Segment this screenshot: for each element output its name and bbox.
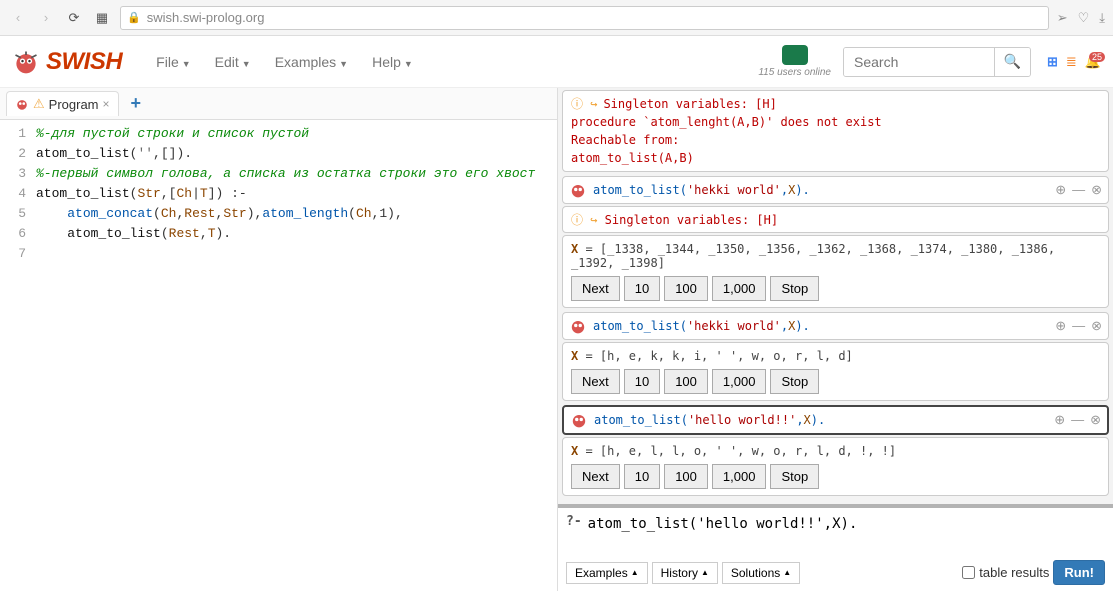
code-line: 5 atom_concat(Ch,Rest,Str),atom_length(C… bbox=[0, 204, 557, 224]
solutions-button[interactable]: Solutions▲ bbox=[722, 562, 800, 584]
brand-text: SWISH bbox=[46, 48, 122, 76]
menu-help[interactable]: Help▼ bbox=[362, 48, 423, 76]
code-line: 3%-первый символ голова, а списка из ост… bbox=[0, 164, 557, 184]
query-row[interactable]: atom_to_list('hello world!!',X).⊕—⊗ bbox=[562, 405, 1109, 435]
search-button[interactable]: 🔍 bbox=[994, 48, 1030, 76]
add-tab-button[interactable]: + bbox=[125, 93, 148, 114]
owl-icon bbox=[569, 181, 587, 199]
owl-icon bbox=[570, 411, 588, 429]
code-line: 6 atom_to_list(Rest,T). bbox=[0, 224, 557, 244]
code-editor[interactable]: 1%-для пустой строки и список пустой2ato… bbox=[0, 120, 557, 591]
menu-edit[interactable]: Edit▼ bbox=[205, 48, 261, 76]
n10-button[interactable]: 10 bbox=[624, 369, 660, 394]
n1000-button[interactable]: 1,000 bbox=[712, 369, 767, 394]
query-input-area: ?- Examples▲ History▲ Solutions▲ table r… bbox=[558, 504, 1113, 591]
forward-icon[interactable]: › bbox=[36, 8, 56, 28]
apps-icon[interactable]: ▦ bbox=[92, 8, 112, 28]
code-line: 4atom_to_list(Str,[Ch|T]) :- bbox=[0, 184, 557, 204]
stackoverflow-icon[interactable]: ≣ bbox=[1066, 54, 1077, 70]
code-line: 7 bbox=[0, 244, 557, 264]
next-button[interactable]: Next bbox=[571, 276, 620, 301]
table-results-checkbox[interactable]: table results bbox=[962, 565, 1049, 580]
browser-address-bar: ‹ › ⟳ ▦ 🔒 swish.swi-prolog.org ➢ ♡ ⤓ bbox=[0, 0, 1113, 36]
close-icon[interactable]: ⊗ bbox=[1090, 412, 1101, 428]
download-icon[interactable]: ⤓ bbox=[1099, 10, 1105, 26]
google-icon[interactable]: ⊞ bbox=[1047, 54, 1058, 70]
query-prompt: ?- bbox=[566, 514, 588, 529]
minimize-icon[interactable]: — bbox=[1072, 318, 1085, 334]
url-bar[interactable]: 🔒 swish.swi-prolog.org bbox=[120, 6, 1049, 30]
back-icon[interactable]: ‹ bbox=[8, 8, 28, 28]
menu-file[interactable]: File▼ bbox=[146, 48, 200, 76]
examples-button[interactable]: Examples▲ bbox=[566, 562, 648, 584]
result-block: X = [h, e, k, k, i, ' ', w, o, r, l, d]N… bbox=[562, 342, 1109, 401]
owl-icon bbox=[12, 48, 40, 76]
stop-button[interactable]: Stop bbox=[770, 276, 819, 301]
send-icon[interactable]: ➢ bbox=[1057, 10, 1068, 26]
n100-button[interactable]: 100 bbox=[664, 276, 708, 301]
result-block: X = [_1338, _1344, _1350, _1356, _1362, … bbox=[562, 235, 1109, 308]
editor-pane: ⚠ Program × + 1%-для пустой строки и спи… bbox=[0, 88, 558, 591]
query-input[interactable] bbox=[588, 514, 1105, 554]
url-text: swish.swi-prolog.org bbox=[147, 10, 265, 25]
minimize-icon[interactable]: — bbox=[1072, 182, 1085, 198]
warning-icon: ⚠ bbox=[33, 96, 45, 112]
code-line: 2atom_to_list('',[]). bbox=[0, 144, 557, 164]
users-online-text: 115 users online bbox=[758, 67, 831, 78]
run-button[interactable]: Run! bbox=[1053, 560, 1105, 585]
download-icon[interactable]: ⊕ bbox=[1054, 412, 1065, 428]
n10-button[interactable]: 10 bbox=[624, 464, 660, 489]
owl-icon bbox=[569, 317, 587, 335]
reload-icon[interactable]: ⟳ bbox=[64, 8, 84, 28]
next-button[interactable]: Next bbox=[571, 369, 620, 394]
n10-button[interactable]: 10 bbox=[624, 276, 660, 301]
menu-examples[interactable]: Examples▼ bbox=[265, 48, 358, 76]
stop-button[interactable]: Stop bbox=[770, 369, 819, 394]
close-icon[interactable]: × bbox=[103, 97, 110, 111]
minimize-icon[interactable]: — bbox=[1071, 412, 1084, 428]
warning-row: ⓘ ↪ Singleton variables: [H] bbox=[562, 206, 1109, 233]
close-icon[interactable]: ⊗ bbox=[1091, 318, 1102, 334]
n100-button[interactable]: 100 bbox=[664, 464, 708, 489]
bell-icon[interactable]: 🔔25 bbox=[1085, 54, 1101, 70]
search-input[interactable] bbox=[844, 48, 994, 76]
owl-icon bbox=[15, 97, 29, 111]
result-block: X = [h, e, l, l, o, ' ', w, o, r, l, d, … bbox=[562, 437, 1109, 496]
stop-button[interactable]: Stop bbox=[770, 464, 819, 489]
code-line: 1%-для пустой строки и список пустой bbox=[0, 124, 557, 144]
tab-bar: ⚠ Program × + bbox=[0, 88, 557, 120]
logo[interactable]: SWISH bbox=[12, 48, 122, 76]
tab-label: Program bbox=[49, 97, 99, 112]
history-button[interactable]: History▲ bbox=[652, 562, 718, 584]
download-icon[interactable]: ⊕ bbox=[1055, 318, 1066, 334]
download-icon[interactable]: ⊕ bbox=[1055, 182, 1066, 198]
query-row[interactable]: atom_to_list('hekki world',X).⊕—⊗ bbox=[562, 312, 1109, 340]
notification-badge: 25 bbox=[1089, 52, 1105, 62]
n1000-button[interactable]: 1,000 bbox=[712, 276, 767, 301]
close-icon[interactable]: ⊗ bbox=[1091, 182, 1102, 198]
users-online[interactable]: 115 users online bbox=[758, 45, 831, 78]
heart-icon[interactable]: ♡ bbox=[1078, 10, 1090, 26]
n1000-button[interactable]: 1,000 bbox=[712, 464, 767, 489]
next-button[interactable]: Next bbox=[571, 464, 620, 489]
query-row[interactable]: atom_to_list('hekki world',X).⊕—⊗ bbox=[562, 176, 1109, 204]
tab-program[interactable]: ⚠ Program × bbox=[6, 91, 119, 116]
users-blob-icon bbox=[782, 45, 808, 65]
n100-button[interactable]: 100 bbox=[664, 369, 708, 394]
top-navbar: SWISH File▼Edit▼Examples▼Help▼ 115 users… bbox=[0, 36, 1113, 88]
error-block: ⓘ ↪Singleton variables: [H]procedure `at… bbox=[562, 90, 1109, 172]
lock-icon: 🔒 bbox=[127, 11, 141, 24]
results-pane: ⓘ ↪Singleton variables: [H]procedure `at… bbox=[558, 88, 1113, 591]
